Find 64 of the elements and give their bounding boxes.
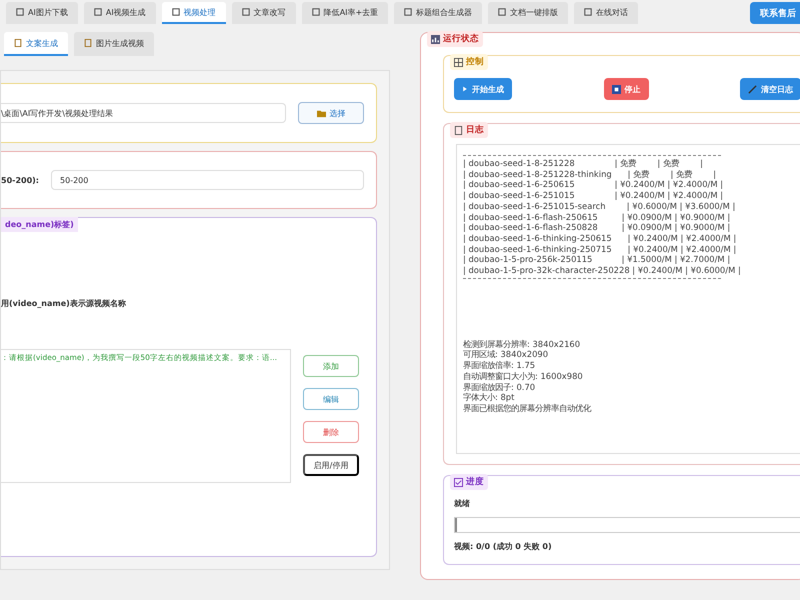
main-tab[interactable]: 标题组合生成器 [394,2,482,24]
log-table-row-text: | doubao-seed-1-6-251015-search | ¥0.6000/M | ¥3.6000/M | [463,200,736,212]
main-tab[interactable]: AI视频生成 [84,2,156,24]
log-table-row-text: | doubao-seed-1-6-250615 | ¥0.2400/M | ¥2.4000/M | [463,179,724,190]
log-line: 检测到屏幕分辨率: 3840x2160 [463,338,582,350]
word-count-field[interactable]: 50-200 [51,170,364,190]
progress-title: 进度 [450,474,488,490]
document-icon [84,39,92,47]
tab-icon [172,8,180,16]
sub-tab[interactable]: 文案生成 [4,32,68,56]
edit-button[interactable]: 编辑 [303,388,359,410]
tab-icon [498,8,506,16]
start-button[interactable]: 开始生成 [454,78,512,100]
log-line: 界面已根据您的屏幕分辨率自动优化 [463,402,592,414]
log-table-row-text: | doubao-seed-1-8-251228-thinking | 免费 | 免费 | [463,168,718,180]
log-line: 界面缩放因子: 0.70 [463,382,536,392]
checkbox-icon [454,478,463,486]
log-table-row-text: | doubao-seed-1-8-251228 | 免费 | 免费 | [463,158,704,169]
section-title: deo_name)标签) [1,217,78,232]
status-title: 运行状态 [427,31,483,47]
progress-state: 就绪 [454,498,471,509]
tab-icon [16,8,24,16]
grid-icon [454,58,463,66]
log-table-row-text: | doubao-seed-1-6-thinking-250615 | ¥0.2400/M | ¥2.4000/M | [463,232,738,244]
play-icon [462,86,468,92]
word-count-label: 50-200): [1,176,40,184]
tab-icon [312,8,320,16]
log-table-row-text: | doubao-seed-1-6-thinking-250715 | ¥0.2400/M | ¥2.4000/M | [463,244,738,254]
log-title: 日志 [450,122,488,138]
log-line: 可用区域: 3840x2090 [463,349,550,360]
document-icon [14,39,22,47]
choose-button[interactable]: 选择 [298,102,364,124]
add-button[interactable]: 添加 [303,355,359,377]
stop-icon [612,84,620,94]
clear-button[interactable]: 清空日志 [740,78,800,100]
log-table-row-text: | doubao-seed-1-6-flash-250615 | ¥0.0900/M | ¥0.9000/M | [463,212,732,222]
main-tab[interactable]: AI图片下载 [6,2,78,24]
log-table-row-text: | doubao-seed-1-6-251015 | ¥0.2400/M | ¥2.4000/M | [463,190,724,201]
tab-icon [94,8,102,16]
chart-icon [431,34,440,44]
support-button[interactable]: 联系售后 [750,2,800,24]
log-line: 界面缩放倍率: 1.75 [463,360,536,371]
path-field[interactable]: \桌面\AI写作开发\视频处理结果 [1,103,286,123]
log-line: 自动调整窗口大小为: 1600x980 [463,370,584,382]
main-tab[interactable]: 文档一键排版 [488,2,568,24]
folder-icon [316,108,326,118]
main-tab[interactable]: 视频处理 [162,2,226,24]
brush-icon [748,84,757,94]
main-tab[interactable]: 在线对话 [574,2,638,24]
log-table-row-text: | doubao-1-5-pro-32k-character-250228 | ¥0.2400/M | ¥0.6000/M | [463,265,742,276]
tab-icon [404,8,412,16]
main-tab[interactable]: 文章改写 [232,2,296,24]
progress-summary: 视频: 0/0 (成功 0 失败 0) [454,541,553,552]
log-line: 字体大小: 8pt [463,392,516,403]
log-table-row-text: | doubao-seed-1-6-flash-250828 | ¥0.0900/M | ¥0.9000/M | [463,222,732,233]
tab-icon [242,8,250,16]
toggle-button[interactable]: 启用/停用 [303,454,359,476]
delete-button[interactable]: 删除 [303,421,359,443]
sub-tab[interactable]: 图片生成视频 [74,32,154,56]
control-title: 控制 [450,54,488,70]
tab-icon [584,8,592,16]
main-tab[interactable]: 降低AI率+去重 [302,2,388,24]
log-table-row-text: | doubao-1-5-pro-256k-250115 | ¥1.5000/M | ¥2.7000/M | [463,254,732,266]
prompt-hint: 用(video_name)表示源视频名称 [1,298,127,309]
